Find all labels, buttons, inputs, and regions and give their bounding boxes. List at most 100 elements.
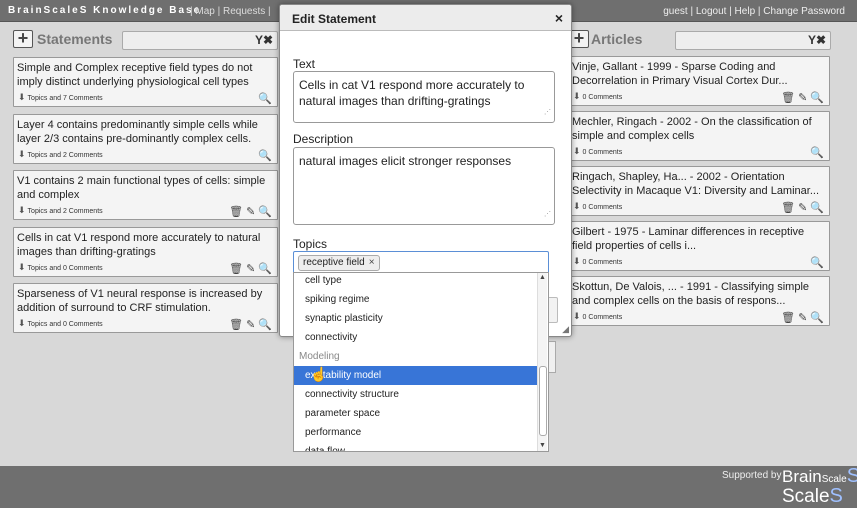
statement-card[interactable]: Layer 4 contains predominantly simple ce… bbox=[13, 114, 278, 164]
vote-down-icon[interactable]: ⬇ bbox=[573, 146, 581, 156]
article-meta[interactable]: ⬇ 0 Comments bbox=[573, 256, 622, 267]
vote-down-icon[interactable]: ⬇ bbox=[18, 205, 26, 215]
topics-comments-link[interactable]: Topics and 0 Comments bbox=[28, 321, 103, 328]
comments-link[interactable]: 0 Comments bbox=[583, 314, 623, 321]
article-meta[interactable]: ⬇ 0 Comments bbox=[573, 146, 622, 157]
description-field[interactable]: natural images elicit stronger responses… bbox=[293, 147, 555, 225]
statement-card[interactable]: Simple and Complex receptive field types… bbox=[13, 57, 278, 107]
statement-text: Sparseness of V1 neural response is incr… bbox=[17, 288, 263, 314]
dropdown-option[interactable]: cell type bbox=[294, 273, 537, 290]
statement-meta[interactable]: ⬇ Topics and 0 Comments bbox=[18, 318, 103, 329]
vote-down-icon[interactable]: ⬇ bbox=[18, 262, 26, 272]
edit-icon[interactable]: ✎ bbox=[246, 206, 255, 218]
remove-tag-icon[interactable]: × bbox=[369, 257, 375, 268]
search-icon[interactable]: 🔍 bbox=[258, 263, 272, 275]
search-icon[interactable]: 🔍 bbox=[258, 150, 272, 162]
dialog-resize-icon[interactable]: ◢ bbox=[562, 324, 569, 335]
dropdown-scrollbar[interactable]: ▲ ▼ bbox=[537, 273, 547, 451]
footer: Supported by BrainScaleS ScaleS bbox=[0, 466, 857, 508]
dropdown-option[interactable]: performance bbox=[294, 423, 537, 442]
vote-down-icon[interactable]: ⬇ bbox=[573, 256, 581, 266]
card-actions: 🔍 bbox=[255, 92, 272, 105]
article-card[interactable]: Skottun, De Valois, ... - 1991 - Classif… bbox=[568, 276, 830, 326]
edit-icon[interactable]: ✎ bbox=[798, 312, 807, 324]
dropdown-option[interactable]: spiking regime bbox=[294, 290, 537, 309]
dropdown-option[interactable]: data flow bbox=[294, 442, 537, 451]
scrollbar-thumb[interactable] bbox=[539, 366, 547, 436]
resize-grip-icon[interactable]: ⋰ bbox=[544, 105, 551, 121]
topics-comments-link[interactable]: Topics and 2 Comments bbox=[28, 152, 103, 159]
vote-down-icon[interactable]: ⬇ bbox=[18, 149, 26, 159]
scroll-up-icon[interactable]: ▲ bbox=[539, 274, 546, 281]
trash-icon[interactable]: 🗑 bbox=[781, 92, 795, 104]
article-text: Ringach, Shapley, Ha... - 2002 - Orienta… bbox=[572, 171, 820, 197]
search-icon[interactable]: 🔍 bbox=[810, 92, 824, 104]
filter-clear-icon[interactable]: Y✖ bbox=[255, 33, 273, 47]
statement-meta[interactable]: ⬇ Topics and 0 Comments bbox=[18, 262, 103, 273]
comments-link[interactable]: 0 Comments bbox=[583, 259, 623, 266]
article-card[interactable]: Vinje, Gallant - 1999 - Sparse Coding an… bbox=[568, 56, 830, 106]
statement-meta[interactable]: ⬇ Topics and 2 Comments bbox=[18, 149, 103, 160]
trash-icon[interactable]: 🗑 bbox=[229, 206, 243, 218]
article-meta[interactable]: ⬇ 0 Comments bbox=[573, 91, 622, 102]
topics-comments-link[interactable]: Topics and 2 Comments bbox=[28, 208, 103, 215]
search-icon[interactable]: 🔍 bbox=[810, 147, 824, 159]
article-card[interactable]: Gilbert - 1975 - Laminar differences in … bbox=[568, 221, 830, 271]
topics-comments-link[interactable]: Topics and 0 Comments bbox=[28, 265, 103, 272]
dropdown-option[interactable]: synaptic plasticity bbox=[294, 309, 537, 328]
comments-link[interactable]: 0 Comments bbox=[583, 94, 623, 101]
search-icon[interactable]: 🔍 bbox=[810, 312, 824, 324]
vote-down-icon[interactable]: ⬇ bbox=[18, 318, 26, 328]
search-icon[interactable]: 🔍 bbox=[258, 319, 272, 331]
article-card[interactable]: Mechler, Ringach - 2002 - On the classif… bbox=[568, 111, 830, 161]
comments-link[interactable]: 0 Comments bbox=[583, 204, 623, 211]
vote-down-icon[interactable]: ⬇ bbox=[573, 201, 581, 211]
search-icon[interactable]: 🔍 bbox=[258, 93, 272, 105]
article-text: Gilbert - 1975 - Laminar differences in … bbox=[572, 226, 805, 252]
trash-icon[interactable]: 🗑 bbox=[781, 312, 795, 324]
user-links[interactable]: guest | Logout | Help | Change Password bbox=[663, 6, 845, 17]
articles-filter-input[interactable]: Y✖ bbox=[675, 31, 831, 50]
card-actions: 🗑 ✎ 🔍 bbox=[778, 201, 824, 214]
articles-title: Articles bbox=[591, 31, 643, 47]
nav-links[interactable]: | Map | Requests | bbox=[190, 6, 271, 17]
dropdown-option[interactable]: connectivity structure bbox=[294, 385, 537, 404]
topics-comments-link[interactable]: Topics and 7 Comments bbox=[28, 95, 103, 102]
trash-icon[interactable]: 🗑 bbox=[781, 202, 795, 214]
dropdown-option[interactable]: parameter space bbox=[294, 404, 537, 423]
dialog-header[interactable]: Edit Statement × bbox=[280, 5, 571, 31]
vote-down-icon[interactable]: ⬇ bbox=[18, 92, 26, 102]
article-meta[interactable]: ⬇ 0 Comments bbox=[573, 201, 622, 212]
statement-card[interactable]: Sparseness of V1 neural response is incr… bbox=[13, 283, 278, 333]
trash-icon[interactable]: 🗑 bbox=[229, 263, 243, 275]
article-meta[interactable]: ⬇ 0 Comments bbox=[573, 311, 622, 322]
search-icon[interactable]: 🔍 bbox=[810, 202, 824, 214]
text-field[interactable]: Cells in cat V1 respond more accurately … bbox=[293, 71, 555, 123]
search-icon[interactable]: 🔍 bbox=[258, 206, 272, 218]
statements-filter-input[interactable]: Y✖ bbox=[122, 31, 278, 50]
search-icon[interactable]: 🔍 bbox=[810, 257, 824, 269]
dropdown-option-highlighted[interactable]: excitability model bbox=[294, 366, 537, 385]
close-icon[interactable]: × bbox=[555, 10, 563, 26]
edit-icon[interactable]: ✎ bbox=[246, 319, 255, 331]
statement-card[interactable]: V1 contains 2 main functional types of c… bbox=[13, 170, 278, 220]
filter-clear-icon[interactable]: Y✖ bbox=[808, 33, 826, 47]
edit-icon[interactable]: ✎ bbox=[798, 202, 807, 214]
vote-down-icon[interactable]: ⬇ bbox=[573, 91, 581, 101]
statement-meta[interactable]: ⬇ Topics and 7 Comments bbox=[18, 92, 103, 103]
edit-icon[interactable]: ✎ bbox=[246, 263, 255, 275]
comments-link[interactable]: 0 Comments bbox=[583, 149, 623, 156]
edit-icon[interactable]: ✎ bbox=[798, 92, 807, 104]
topics-dropdown[interactable]: cell type spiking regime synaptic plasti… bbox=[293, 272, 549, 452]
statement-card[interactable]: Cells in cat V1 respond more accurately … bbox=[13, 227, 278, 277]
dropdown-option[interactable]: connectivity bbox=[294, 328, 537, 347]
topics-input[interactable]: receptive field × bbox=[293, 251, 549, 274]
resize-grip-icon[interactable]: ⋰ bbox=[544, 207, 551, 223]
scroll-down-icon[interactable]: ▼ bbox=[539, 442, 546, 449]
vote-down-icon[interactable]: ⬇ bbox=[573, 311, 581, 321]
article-card[interactable]: Ringach, Shapley, Ha... - 2002 - Orienta… bbox=[568, 166, 830, 216]
add-article-button[interactable]: + bbox=[569, 29, 589, 48]
add-statement-button[interactable]: + bbox=[13, 29, 33, 48]
statement-meta[interactable]: ⬇ Topics and 2 Comments bbox=[18, 205, 103, 216]
trash-icon[interactable]: 🗑 bbox=[229, 319, 243, 331]
